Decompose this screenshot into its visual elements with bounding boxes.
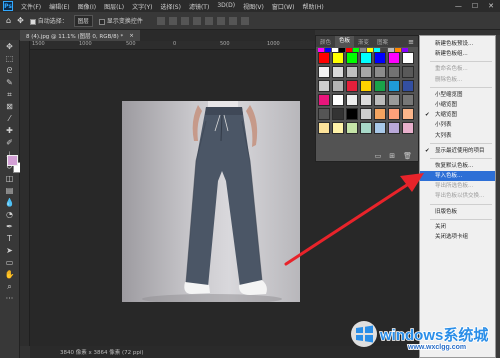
annotation-arrow <box>284 173 424 266</box>
arrow-line <box>284 181 412 266</box>
watermark-url: www.wxclgg.com <box>407 343 467 352</box>
watermark-title: windows系统城 <box>379 326 489 345</box>
watermark: windows系统城 www.wxclgg.com <box>350 318 498 356</box>
arrow-head <box>400 173 424 192</box>
windows-logo-icon <box>351 321 377 347</box>
